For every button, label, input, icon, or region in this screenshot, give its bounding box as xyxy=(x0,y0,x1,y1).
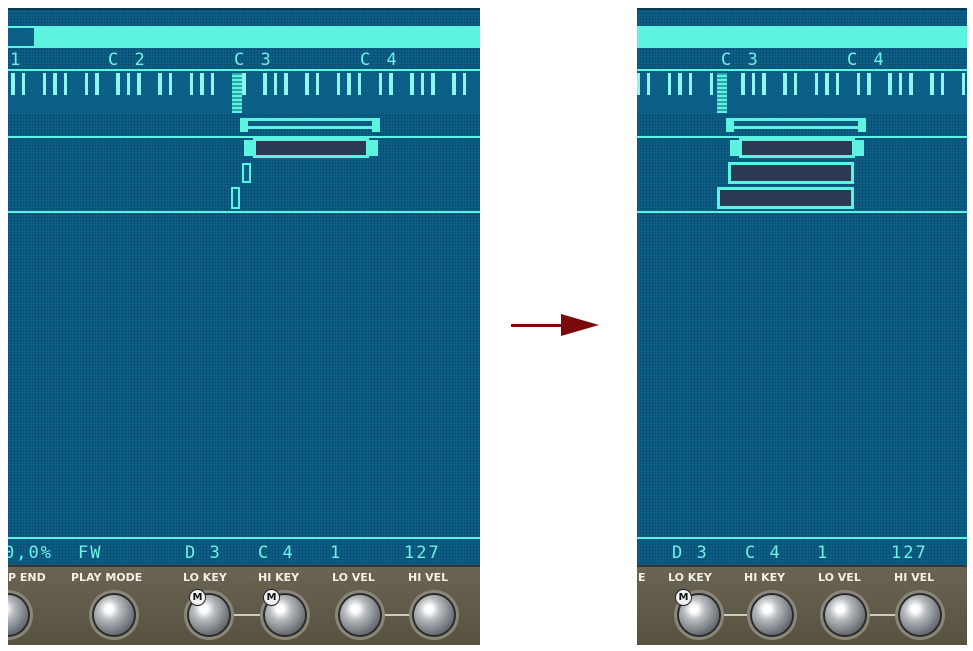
right-knob-strip: E LO KEY HI KEY LO VEL HI VEL M xyxy=(637,565,967,645)
knob-label: P END xyxy=(8,571,46,584)
left-param-readout: 0,0% FW D 3 C 4 1 127 xyxy=(8,543,480,565)
octave-label: C 4 xyxy=(847,50,887,70)
left-panel: 1 C 2 C 3 C 4 0,0% FW D 3 C 4 1 127 P EN… xyxy=(8,8,480,645)
param-value: C 4 xyxy=(258,543,295,563)
zone-bracket-mid xyxy=(734,126,858,129)
play-mode-knob[interactable] xyxy=(94,595,134,635)
right-panel: C 3 C 4 D 3 C 4 1 127 E LO KEY HI KEY LO… xyxy=(637,8,967,645)
params-line xyxy=(8,537,480,539)
right-param-readout: D 3 C 4 1 127 xyxy=(637,543,967,565)
octave-label: C 4 xyxy=(360,50,400,70)
knob-label: HI VEL xyxy=(408,571,449,584)
knob-label: PLAY MODE xyxy=(71,571,143,584)
zone-bracket-top xyxy=(240,118,380,121)
lo-vel-knob[interactable] xyxy=(340,595,380,635)
left-scroll-thumb[interactable] xyxy=(8,28,34,46)
knob-label: HI KEY xyxy=(258,571,300,584)
zone-bracket-right xyxy=(858,118,866,132)
param-value: 127 xyxy=(404,543,441,563)
piano-white-key[interactable] xyxy=(476,73,480,113)
hi-key-knob[interactable] xyxy=(752,595,792,635)
zone-bracket-left xyxy=(726,118,734,132)
param-value: 1 xyxy=(330,543,343,563)
knob-label: LO KEY xyxy=(668,571,712,584)
right-arrow-icon-head xyxy=(561,314,599,336)
params-line xyxy=(637,537,967,539)
right-keyboard[interactable] xyxy=(637,69,967,113)
lo-vel-knob[interactable] xyxy=(825,595,865,635)
param-value: D 3 xyxy=(672,543,709,563)
knob-label: HI KEY xyxy=(744,571,786,584)
keyboard-top-rule xyxy=(637,69,967,71)
left-scroll-bar[interactable] xyxy=(8,26,480,48)
knob-label: E xyxy=(638,571,646,584)
zone-bracket-right xyxy=(372,118,380,132)
right-scroll-bar[interactable] xyxy=(637,26,967,48)
zone-bottom-line xyxy=(637,211,967,213)
octave-label: C 3 xyxy=(721,50,761,70)
right-octave-labels: C 3 C 4 xyxy=(637,50,967,70)
keyboard-top-rule xyxy=(8,69,480,71)
piano-white-key[interactable] xyxy=(965,73,967,113)
sample-zone-small[interactable] xyxy=(242,163,251,183)
selected-key[interactable] xyxy=(717,73,727,113)
zone-bracket-mid xyxy=(248,126,372,129)
left-knob-strip: P END PLAY MODE LO KEY HI KEY LO VEL HI … xyxy=(8,565,480,645)
p-end-knob[interactable] xyxy=(8,595,28,635)
knob-label: LO KEY xyxy=(183,571,227,584)
param-value: 0,0% xyxy=(8,543,53,563)
zone-bracket-top xyxy=(726,118,866,121)
sample-zone[interactable] xyxy=(717,187,854,209)
midi-m-icon[interactable]: M xyxy=(263,589,280,606)
selected-key[interactable] xyxy=(232,73,242,113)
param-value: 1 xyxy=(817,543,830,563)
midi-m-icon[interactable]: M xyxy=(675,589,692,606)
sample-zone[interactable] xyxy=(739,138,855,158)
zone-top-line xyxy=(8,136,480,138)
hi-vel-knob[interactable] xyxy=(900,595,940,635)
knob-label: HI VEL xyxy=(894,571,935,584)
zone-bottom-line xyxy=(8,211,480,213)
right-arrow-icon xyxy=(511,324,565,327)
knob-label: LO VEL xyxy=(332,571,375,584)
octave-label: C 3 xyxy=(234,50,274,70)
left-keyboard[interactable] xyxy=(8,69,480,113)
midi-m-icon[interactable]: M xyxy=(189,589,206,606)
param-value: C 4 xyxy=(745,543,782,563)
octave-label: 1 xyxy=(10,50,24,70)
sample-zone-small[interactable] xyxy=(231,187,240,209)
sample-zone[interactable] xyxy=(728,162,854,184)
octave-label: C 2 xyxy=(108,50,148,70)
knob-label: LO VEL xyxy=(818,571,861,584)
param-value: FW xyxy=(78,543,103,563)
hi-vel-knob[interactable] xyxy=(414,595,454,635)
sample-zone[interactable] xyxy=(253,138,369,158)
param-value: D 3 xyxy=(185,543,222,563)
zone-bracket-left xyxy=(240,118,248,132)
param-value: 127 xyxy=(891,543,928,563)
left-octave-labels: 1 C 2 C 3 C 4 xyxy=(8,50,480,70)
